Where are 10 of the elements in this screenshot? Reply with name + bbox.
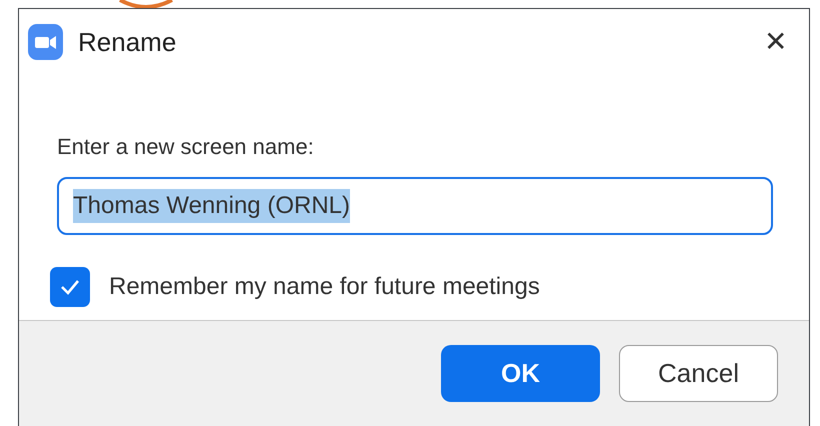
close-button[interactable]: ✕ [760,28,791,56]
cancel-button[interactable]: Cancel [619,345,778,402]
window-title: Rename [78,26,176,58]
video-camera-icon [28,24,63,60]
input-field[interactable]: Thomas Wenning (ORNL) [57,177,773,235]
field-label: Enter a new screen name: [57,133,314,161]
checkbox[interactable] [50,267,90,307]
annotation-mark [118,0,174,8]
checkbox-label: Remember my name for future meetings [109,272,540,302]
ok-button[interactable]: OK [441,345,600,402]
